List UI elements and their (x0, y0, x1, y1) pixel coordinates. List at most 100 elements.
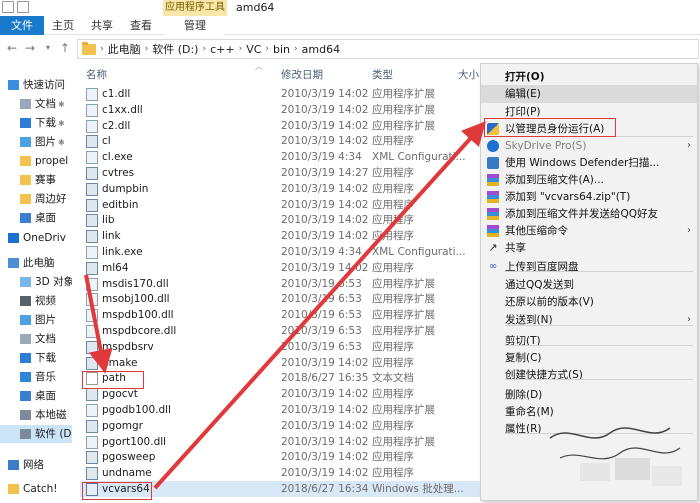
forward-arrow-icon[interactable]: → (22, 40, 38, 56)
file-row[interactable]: msobj100.dll 2010/3/19 6:53 应用程序扩展 (80, 291, 480, 307)
file-row[interactable]: cl 2010/3/19 14:02 应用程序 (80, 133, 480, 149)
chevron-right-icon[interactable]: › (294, 44, 298, 54)
context-menu-item[interactable]: 发送到(N) › (481, 311, 697, 329)
address-bar[interactable]: › 此电脑 › 软件 (D:) › c++ › VC › bin › amd64 (77, 39, 699, 59)
download-icon (20, 118, 31, 128)
context-menu-item[interactable]: 通过QQ发送到 (481, 276, 697, 294)
sidebar-item[interactable]: 3D 对象 (0, 273, 72, 291)
file-row[interactable]: cl.exe 2010/3/19 4:34 XML Configurati... (80, 149, 480, 165)
file-row[interactable]: link 2010/3/19 14:02 应用程序 (80, 228, 480, 244)
file-row[interactable]: pgosweep 2010/3/19 14:02 应用程序 (80, 449, 480, 465)
sidebar-item[interactable]: Catch! (0, 480, 72, 498)
sidebar-item[interactable]: 快速访问 (0, 76, 72, 94)
file-row[interactable]: link.exe 2010/3/19 4:34 XML Configurati... (80, 244, 480, 260)
file-row[interactable]: msdis170.dll 2010/3/19 6:53 应用程序扩展 (80, 276, 480, 292)
context-menu-item[interactable]: 复制(C) (481, 349, 697, 367)
file-row[interactable]: undname 2010/3/19 14:02 应用程序 (80, 465, 480, 481)
context-menu-item[interactable]: ∞ 上传到百度网盘 (481, 258, 697, 276)
context-menu-item[interactable]: 剪切(T) (481, 332, 697, 350)
sidebar-item[interactable]: 周边好 (0, 190, 72, 208)
chevron-right-icon[interactable]: › (145, 44, 149, 54)
context-menu-item[interactable]: 删除(D) (481, 386, 697, 404)
file-row[interactable]: mspdbsrv 2010/3/19 6:53 应用程序 (80, 339, 480, 355)
context-menu-item[interactable]: 添加到压缩文件(A)... (481, 171, 697, 189)
sidebar-item[interactable]: propel (0, 152, 72, 170)
context-menu-item[interactable]: 编辑(E) (481, 85, 697, 103)
sidebar-item[interactable]: 图片 (0, 311, 72, 329)
tab-home[interactable]: 主页 (44, 16, 82, 35)
pin-icon[interactable]: ✱ (58, 100, 65, 109)
breadcrumb-this-pc[interactable]: 此电脑 (108, 41, 141, 57)
sidebar-item[interactable]: 音乐 (0, 368, 72, 386)
file-row[interactable]: lib 2010/3/19 14:02 应用程序 (80, 212, 480, 228)
context-menu-item[interactable]: 还原以前的版本(V) (481, 293, 697, 311)
sort-chevron-up-icon: ︿ (255, 62, 263, 71)
column-header-type[interactable]: 类型 (372, 67, 393, 82)
sidebar-item[interactable]: 文档 (0, 330, 72, 348)
file-row[interactable]: mspdbcore.dll 2010/3/19 6:53 应用程序扩展 (80, 323, 480, 339)
chevron-right-icon[interactable]: › (202, 44, 206, 54)
tab-share[interactable]: 共享 (82, 16, 122, 35)
file-row[interactable]: pgort100.dll 2010/3/19 14:02 应用程序扩展 (80, 434, 480, 450)
file-row[interactable]: dumpbin 2010/3/19 14:02 应用程序 (80, 181, 480, 197)
sidebar-item[interactable]: 此电脑 (0, 254, 72, 272)
new-folder-icon[interactable] (17, 1, 29, 13)
context-menu-item[interactable]: 重命名(M) (481, 403, 697, 421)
column-header-size[interactable]: 大小 (458, 67, 479, 82)
sidebar-item[interactable]: 下载 ✱ (0, 114, 72, 132)
context-menu-item[interactable]: ↗ 共享 (481, 239, 697, 257)
breadcrumb-amd64[interactable]: amd64 (302, 43, 340, 56)
recent-locations-chevron-icon[interactable]: ▾ (40, 40, 56, 56)
pin-icon[interactable]: ✱ (58, 119, 65, 128)
sidebar-item[interactable]: 本地磁 (0, 406, 72, 424)
sidebar-item[interactable]: 网络 (0, 456, 72, 474)
sidebar-item[interactable]: 桌面 (0, 209, 72, 227)
context-menu-item[interactable]: 其他压缩命令 › (481, 222, 697, 240)
file-row[interactable]: ml64 2010/3/19 14:02 应用程序 (80, 260, 480, 276)
column-header-date[interactable]: 修改日期 (281, 67, 323, 82)
file-row[interactable]: c2.dll 2010/3/19 14:02 应用程序扩展 (80, 118, 480, 134)
file-name: msdis170.dll (102, 277, 169, 290)
sidebar-item[interactable]: OneDriv (0, 229, 72, 247)
sidebar-item[interactable]: 软件 (D (0, 425, 72, 443)
column-header-name[interactable]: 名称 (86, 67, 107, 82)
context-menu-item[interactable]: 添加到 "vcvars64.zip"(T) (481, 188, 697, 206)
file-row[interactable]: c1xx.dll 2010/3/19 14:02 应用程序扩展 (80, 102, 480, 118)
sidebar-item[interactable]: 下载 (0, 349, 72, 367)
context-menu-item[interactable]: 属性(R) (481, 420, 697, 438)
breadcrumb-vc[interactable]: VC (246, 43, 261, 56)
sidebar-item[interactable]: 赛事 (0, 171, 72, 189)
file-row[interactable]: pgomgr 2010/3/19 14:02 应用程序 (80, 418, 480, 434)
up-arrow-icon[interactable]: ↑ (57, 40, 73, 56)
context-menu-item[interactable]: 创建快捷方式(S) (481, 366, 697, 384)
file-row[interactable]: pgodb100.dll 2010/3/19 14:02 应用程序扩展 (80, 402, 480, 418)
file-date: 2010/3/19 14:02 (281, 419, 369, 432)
tab-file[interactable]: 文件 (0, 16, 44, 35)
sidebar-item[interactable]: 文档 ✱ (0, 95, 72, 113)
sidebar-item[interactable]: 视频 (0, 292, 72, 310)
file-row[interactable]: c1.dll 2010/3/19 14:02 应用程序扩展 (80, 86, 480, 102)
file-row[interactable]: editbin 2010/3/19 14:02 应用程序 (80, 197, 480, 213)
chevron-right-icon[interactable]: › (100, 44, 104, 54)
sidebar-item[interactable]: 桌面 (0, 387, 72, 405)
file-row[interactable]: nmake 2010/3/19 14:02 应用程序 (80, 355, 480, 371)
file-row[interactable]: cvtres 2010/3/19 14:27 应用程序 (80, 165, 480, 181)
properties-icon[interactable] (2, 1, 14, 13)
file-row[interactable]: mspdb100.dll 2010/3/19 6:53 应用程序扩展 (80, 307, 480, 323)
chevron-right-icon[interactable]: › (265, 44, 269, 54)
breadcrumb-drive-d[interactable]: 软件 (D:) (152, 41, 198, 57)
context-menu-item[interactable]: 打开(O) (481, 68, 697, 86)
context-menu-item[interactable]: 添加到压缩文件并发送给QQ好友 (481, 205, 697, 223)
pin-icon[interactable]: ✱ (58, 138, 65, 147)
chevron-right-icon[interactable]: › (239, 44, 243, 54)
breadcrumb-bin[interactable]: bin (273, 43, 290, 56)
context-menu-item[interactable]: SkyDrive Pro(S) › (481, 137, 697, 155)
sidebar-item[interactable]: 图片 ✱ (0, 133, 72, 151)
sidebar-item-label: 文档 (35, 333, 56, 345)
back-arrow-icon[interactable]: ← (4, 40, 20, 56)
breadcrumb-cpp[interactable]: c++ (210, 43, 234, 56)
tab-manage[interactable]: 管理 (165, 16, 225, 35)
context-menu-item[interactable]: 使用 Windows Defender扫描... (481, 154, 697, 172)
tab-view[interactable]: 查看 (122, 16, 160, 35)
sidebar-item-label: 图片 (35, 314, 56, 326)
